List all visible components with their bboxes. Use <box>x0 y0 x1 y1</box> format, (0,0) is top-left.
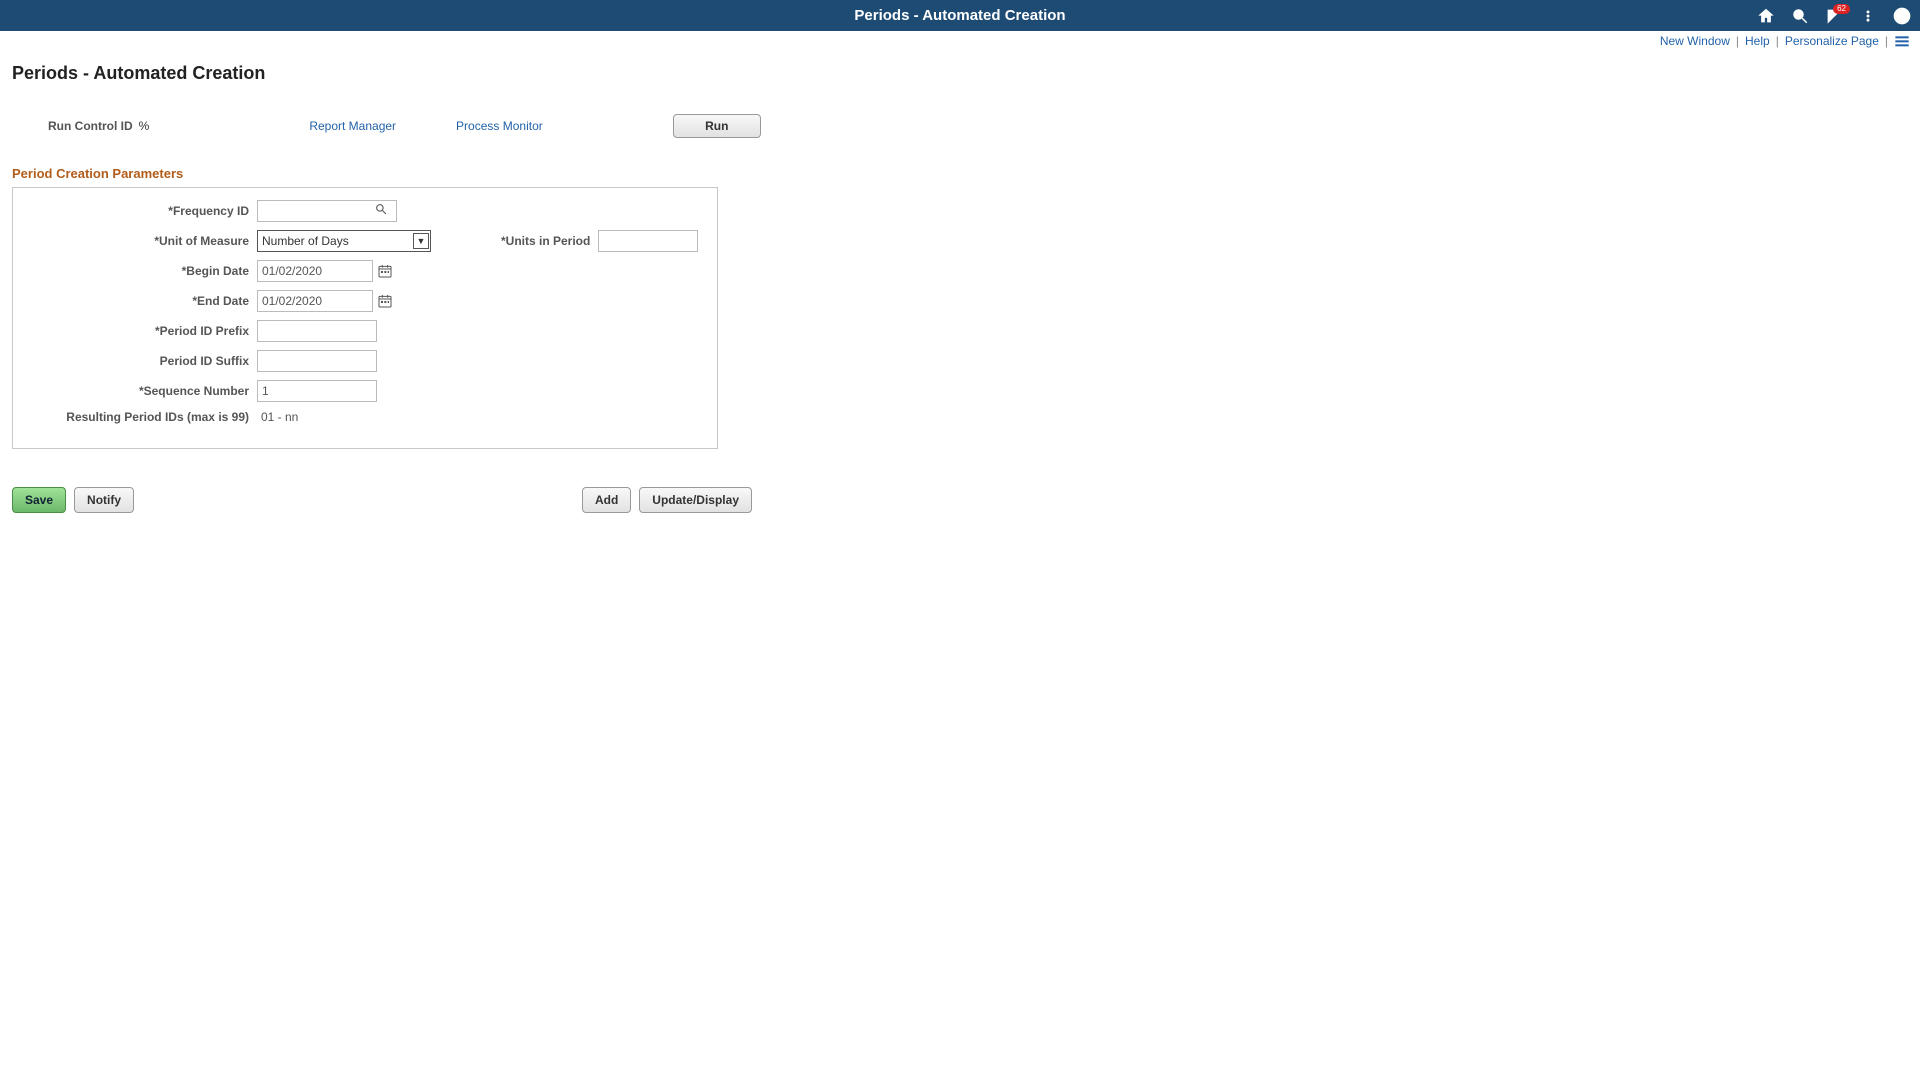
lookup-icon[interactable] <box>370 203 392 219</box>
unit-of-measure-value: Number of Days <box>262 234 349 248</box>
notification-badge: 62 <box>1833 4 1850 14</box>
add-button[interactable]: Add <box>582 487 631 513</box>
frequency-id-label: *Frequency ID <box>29 204 257 218</box>
run-control-label: Run Control ID <box>48 119 133 133</box>
unit-of-measure-select[interactable]: Number of Days ▼ <box>257 230 431 252</box>
parameters-section: *Frequency ID *Unit of Measure Number of… <box>12 187 718 449</box>
top-bar-icons: 62 <box>1756 0 1912 31</box>
print-icon[interactable] <box>1894 35 1910 47</box>
end-date-input[interactable] <box>257 290 373 312</box>
run-control-row: Run Control ID % Report Manager Process … <box>48 114 1908 138</box>
sub-nav: New Window | Help | Personalize Page | <box>0 31 1920 51</box>
page-content: Periods - Automated Creation Run Control… <box>0 63 1920 513</box>
sequence-number-input[interactable] <box>257 380 377 402</box>
home-icon[interactable] <box>1756 6 1776 26</box>
save-button[interactable]: Save <box>12 487 66 513</box>
report-manager-link[interactable]: Report Manager <box>309 119 396 133</box>
unit-of-measure-label: *Unit of Measure <box>29 234 257 248</box>
process-monitor-link[interactable]: Process Monitor <box>456 119 543 133</box>
run-control-value: % <box>139 119 150 133</box>
frequency-id-field-wrapper <box>257 200 397 222</box>
period-id-suffix-input[interactable] <box>257 350 377 372</box>
end-date-label: *End Date <box>29 294 257 308</box>
navbar-icon[interactable] <box>1892 6 1912 26</box>
calendar-icon[interactable] <box>375 260 395 282</box>
separator: | <box>1736 34 1739 48</box>
units-in-period-input[interactable] <box>598 230 698 252</box>
notifications-icon[interactable]: 62 <box>1824 6 1844 26</box>
units-in-period-label: *Units in Period <box>501 234 590 248</box>
page-title: Periods - Automated Creation <box>12 63 1908 84</box>
notify-button[interactable]: Notify <box>74 487 134 513</box>
separator: | <box>1885 34 1888 48</box>
help-link[interactable]: Help <box>1745 34 1770 48</box>
personalize-page-link[interactable]: Personalize Page <box>1785 34 1879 48</box>
footer-buttons: Save Notify Add Update/Display <box>12 487 752 513</box>
sequence-number-label: *Sequence Number <box>29 384 257 398</box>
update-display-button[interactable]: Update/Display <box>639 487 752 513</box>
search-icon[interactable] <box>1790 6 1810 26</box>
frequency-id-input[interactable] <box>258 201 370 221</box>
calendar-icon[interactable] <box>375 290 395 312</box>
resulting-period-value: 01 - nn <box>257 410 298 424</box>
actions-menu-icon[interactable] <box>1858 6 1878 26</box>
separator: | <box>1776 34 1779 48</box>
period-id-prefix-input[interactable] <box>257 320 377 342</box>
run-button[interactable]: Run <box>673 114 761 138</box>
section-title: Period Creation Parameters <box>12 166 1908 181</box>
chevron-down-icon[interactable]: ▼ <box>413 233 429 249</box>
page-header-title: Periods - Automated Creation <box>854 7 1065 24</box>
begin-date-label: *Begin Date <box>29 264 257 278</box>
top-bar: Periods - Automated Creation 62 <box>0 0 1920 31</box>
new-window-link[interactable]: New Window <box>1660 34 1730 48</box>
begin-date-input[interactable] <box>257 260 373 282</box>
resulting-period-label: Resulting Period IDs (max is 99) <box>29 410 257 424</box>
period-id-suffix-label: Period ID Suffix <box>29 354 257 368</box>
period-id-prefix-label: *Period ID Prefix <box>29 324 257 338</box>
